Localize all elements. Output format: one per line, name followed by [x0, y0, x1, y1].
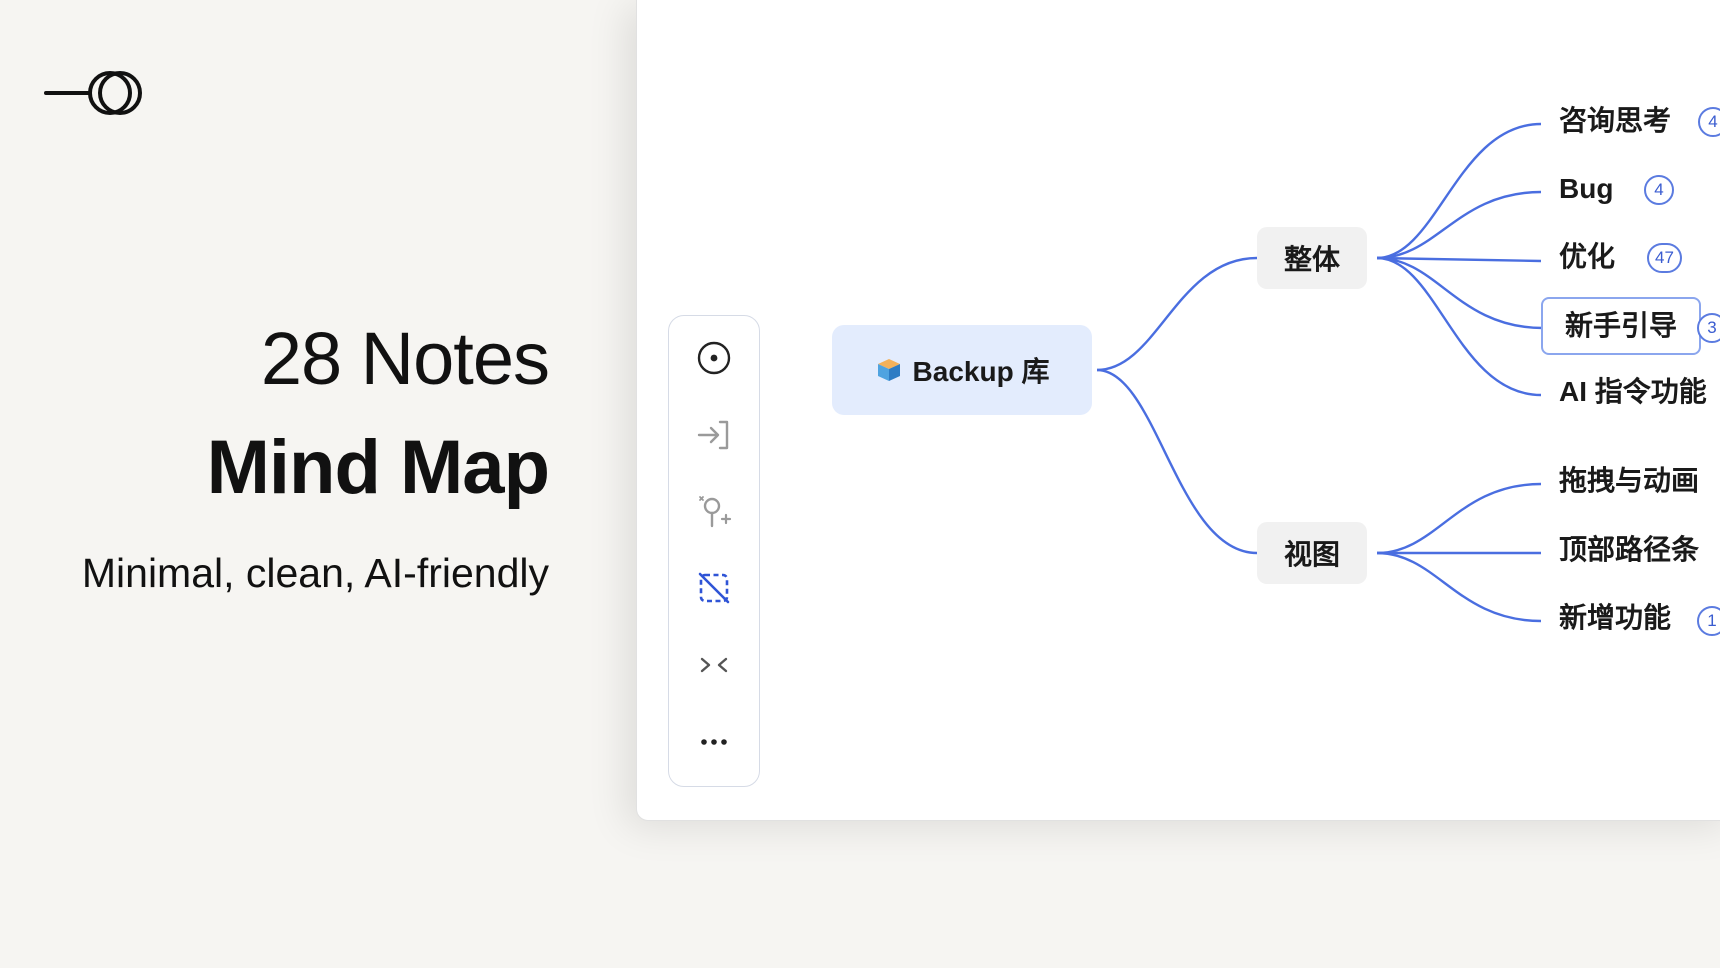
- leaf-node-selected[interactable]: 新手引导: [1541, 297, 1702, 355]
- box-icon: [877, 359, 900, 381]
- leaf-node[interactable]: 新增功能: [1559, 598, 1671, 638]
- child-count-badge[interactable]: 1: [1697, 606, 1720, 636]
- branch-node-label: 视图: [1283, 539, 1340, 570]
- link-branch-2-leaf-3: [1376, 551, 1542, 623]
- link-branch-1-leaf-3: [1376, 256, 1542, 263]
- leaf-node-label: 拖拽与动画: [1559, 465, 1700, 496]
- link-branch-2-leaf-1: [1376, 482, 1542, 555]
- link-root-branch-2: [1096, 368, 1258, 555]
- mindmap-links: [1096, 122, 1544, 623]
- child-count-badge[interactable]: 4: [1698, 107, 1720, 137]
- app-window: Backup 库 整体 视图 咨询思考 4 Bug 4 优化 47 新手引导 3…: [636, 0, 1720, 821]
- leaf-node[interactable]: 优化: [1559, 237, 1615, 277]
- branch-node-label: 整体: [1283, 244, 1340, 275]
- notes-count-heading: 28 Notes: [260, 317, 550, 400]
- leaf-node-label: AI 指令功能: [1559, 376, 1707, 407]
- leaf-node-label: 咨询思考: [1559, 105, 1672, 136]
- app-logo-icon: [44, 71, 142, 115]
- leaf-node[interactable]: 顶部路径条: [1559, 530, 1699, 570]
- root-node-label: Backup 库: [912, 356, 1050, 387]
- link-branch-1-leaf-1: [1376, 122, 1542, 260]
- link-branch-1-leaf-2: [1376, 190, 1542, 260]
- leaf-node[interactable]: Bug: [1559, 169, 1613, 209]
- leaf-node-label: 新增功能: [1559, 602, 1672, 633]
- product-title: Mind Map: [206, 425, 550, 510]
- leaf-node-label: 优化: [1559, 241, 1616, 272]
- leaf-node[interactable]: 咨询思考: [1559, 101, 1671, 141]
- child-count-badge[interactable]: 4: [1644, 175, 1674, 205]
- link-branch-1-leaf-4: [1376, 256, 1544, 330]
- mindmap-root-node[interactable]: Backup 库: [832, 325, 1092, 415]
- child-count-badge[interactable]: 47: [1647, 243, 1682, 273]
- leaf-node-label: Bug: [1559, 173, 1614, 204]
- child-count-badge[interactable]: 3: [1697, 313, 1720, 343]
- link-root-branch-1: [1096, 256, 1258, 372]
- branch-node[interactable]: 视图: [1257, 522, 1367, 584]
- leaf-node[interactable]: AI 指令功能: [1559, 372, 1707, 412]
- leaf-node-label: 新手引导: [1565, 310, 1678, 341]
- branch-node[interactable]: 整体: [1257, 227, 1367, 289]
- leaf-node-label: 顶部路径条: [1559, 534, 1700, 565]
- tagline: Minimal, clean, AI-friendly: [81, 550, 549, 596]
- leaf-node[interactable]: 拖拽与动画: [1559, 461, 1699, 501]
